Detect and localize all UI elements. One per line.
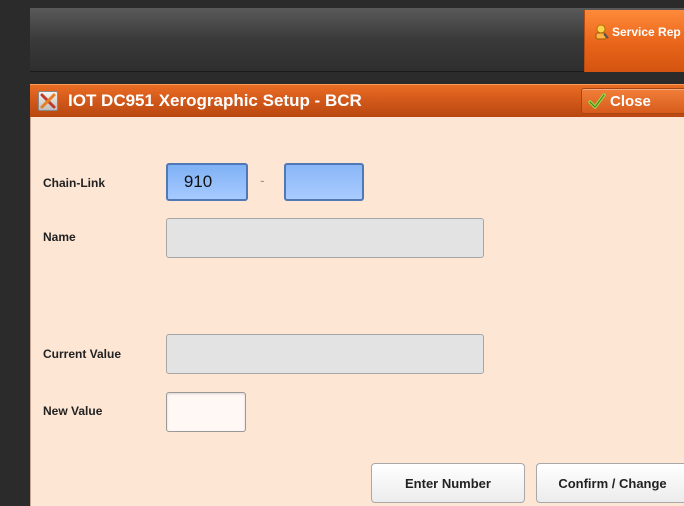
- chain-value: 910: [183, 172, 213, 191]
- service-rep-icon: [595, 24, 609, 40]
- new-value-input[interactable]: [166, 392, 246, 432]
- link-input[interactable]: [284, 163, 364, 201]
- tools-icon: [38, 91, 58, 111]
- checkmark-icon: [588, 93, 606, 109]
- close-button-label: Close: [610, 92, 651, 110]
- service-rep-label: Service Rep: [612, 25, 681, 39]
- chain-link-separator: -: [260, 172, 265, 188]
- chain-link-label: Chain-Link: [43, 176, 105, 190]
- new-value-label: New Value: [43, 404, 103, 418]
- name-label: Name: [43, 230, 76, 244]
- close-button[interactable]: Close: [581, 88, 684, 114]
- service-rep-tab[interactable]: Service Rep: [584, 10, 684, 72]
- confirm-change-label: Confirm / Change: [558, 475, 667, 491]
- window-title: IOT DC951 Xerographic Setup - BCR: [68, 91, 362, 110]
- current-value-label: Current Value: [43, 347, 122, 361]
- current-value-field: [166, 334, 484, 374]
- chain-input[interactable]: 910: [166, 163, 248, 201]
- confirm-change-button[interactable]: Confirm / Change: [536, 463, 684, 503]
- name-field: [166, 218, 484, 258]
- setup-panel: Chain-Link 910 - Name Current Value New …: [30, 117, 684, 506]
- screen: Service Rep IOT DC951 Xerographic Setup …: [0, 0, 684, 506]
- enter-number-label: Enter Number: [405, 475, 491, 491]
- enter-number-button[interactable]: Enter Number: [371, 463, 525, 503]
